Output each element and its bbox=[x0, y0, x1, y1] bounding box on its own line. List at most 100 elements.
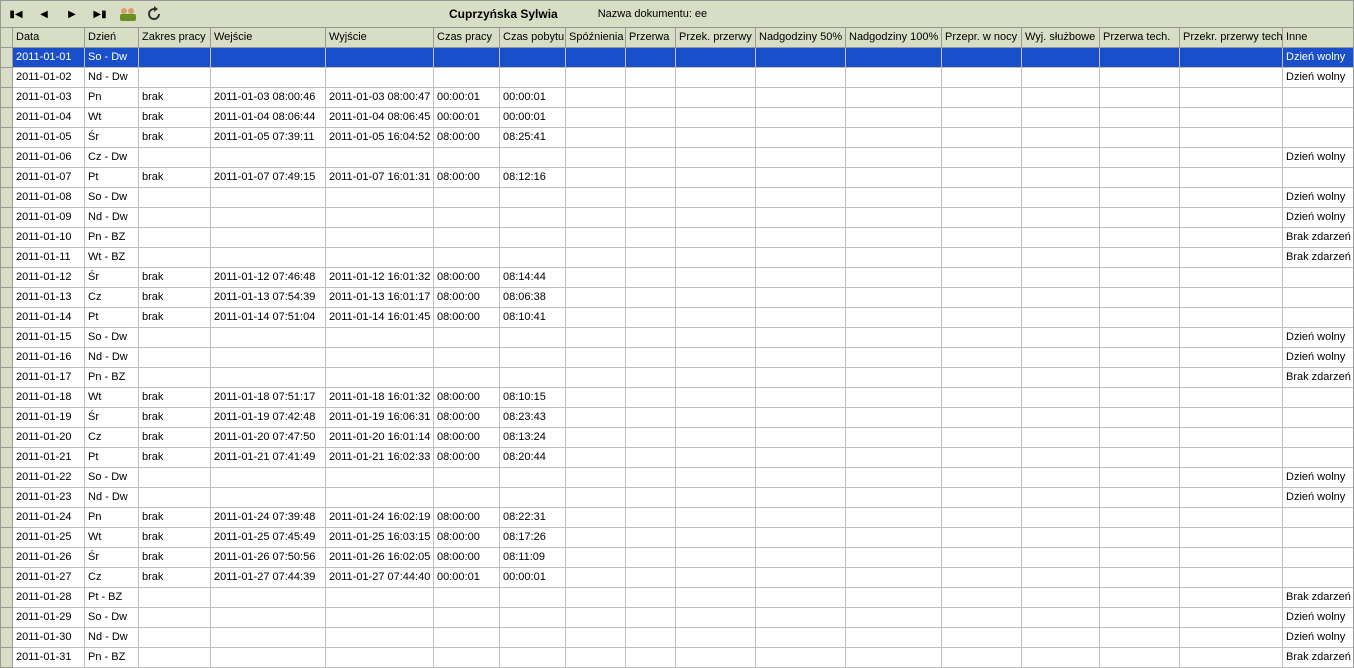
row-handle[interactable] bbox=[1, 348, 13, 368]
column-header-wyjscie[interactable]: Wyjście bbox=[326, 28, 434, 47]
table-row[interactable]: 2011-01-03Pnbrak2011-01-03 08:00:462011-… bbox=[1, 88, 1353, 108]
row-handle[interactable] bbox=[1, 168, 13, 188]
table-row[interactable]: 2011-01-13Czbrak2011-01-13 07:54:392011-… bbox=[1, 288, 1353, 308]
cell-czaspobytu bbox=[500, 228, 566, 247]
cell-wejscie bbox=[211, 628, 326, 647]
row-handle[interactable] bbox=[1, 508, 13, 528]
row-handle[interactable] bbox=[1, 48, 13, 68]
column-header-inne[interactable]: Inne bbox=[1283, 28, 1353, 47]
column-header-wejscie[interactable]: Wejście bbox=[211, 28, 326, 47]
cell-przerwa bbox=[626, 528, 676, 547]
row-handle[interactable] bbox=[1, 648, 13, 668]
row-handle[interactable] bbox=[1, 428, 13, 448]
table-row[interactable]: 2011-01-01So - DwDzień wolny bbox=[1, 48, 1353, 68]
row-handle[interactable] bbox=[1, 568, 13, 588]
table-row[interactable]: 2011-01-10Pn - BZBrak zdarzeń bbox=[1, 228, 1353, 248]
refresh-icon[interactable] bbox=[143, 4, 165, 24]
row-handle[interactable] bbox=[1, 228, 13, 248]
row-handle[interactable] bbox=[1, 88, 13, 108]
table-row[interactable]: 2011-01-20Czbrak2011-01-20 07:47:502011-… bbox=[1, 428, 1353, 448]
row-handle[interactable] bbox=[1, 588, 13, 608]
column-header-spoznienia[interactable]: Spóźnienia bbox=[566, 28, 626, 47]
row-handle[interactable] bbox=[1, 528, 13, 548]
row-handle[interactable] bbox=[1, 448, 13, 468]
row-handle[interactable] bbox=[1, 408, 13, 428]
table-row[interactable]: 2011-01-04Wtbrak2011-01-04 08:06:442011-… bbox=[1, 108, 1353, 128]
table-row[interactable]: 2011-01-09Nd - DwDzień wolny bbox=[1, 208, 1353, 228]
column-header-nad50[interactable]: Nadgodziny 50% bbox=[756, 28, 846, 47]
column-header-czaspobytu[interactable]: Czas pobytu bbox=[500, 28, 566, 47]
row-handle[interactable] bbox=[1, 128, 13, 148]
cell-zakres bbox=[139, 588, 211, 607]
table-row[interactable]: 2011-01-07Ptbrak2011-01-07 07:49:152011-… bbox=[1, 168, 1353, 188]
column-header-czaspracy[interactable]: Czas pracy bbox=[434, 28, 500, 47]
cell-czaspracy bbox=[434, 628, 500, 647]
table-row[interactable]: 2011-01-08So - DwDzień wolny bbox=[1, 188, 1353, 208]
cell-przerwa bbox=[626, 208, 676, 227]
nav-first-button[interactable]: ▮◀ bbox=[5, 4, 27, 24]
cell-wyjsluz bbox=[1022, 48, 1100, 67]
table-row[interactable]: 2011-01-25Wtbrak2011-01-25 07:45:492011-… bbox=[1, 528, 1353, 548]
row-handle[interactable] bbox=[1, 248, 13, 268]
table-row[interactable]: 2011-01-26Śrbrak2011-01-26 07:50:562011-… bbox=[1, 548, 1353, 568]
cell-wnocy bbox=[942, 48, 1022, 67]
table-row[interactable]: 2011-01-19Śrbrak2011-01-19 07:42:482011-… bbox=[1, 408, 1353, 428]
people-icon[interactable] bbox=[117, 4, 139, 24]
column-header-data[interactable]: Data bbox=[13, 28, 85, 47]
table-row[interactable]: 2011-01-15So - DwDzień wolny bbox=[1, 328, 1353, 348]
cell-czaspracy bbox=[434, 48, 500, 67]
row-handle[interactable] bbox=[1, 208, 13, 228]
table-row[interactable]: 2011-01-11Wt - BZBrak zdarzeń bbox=[1, 248, 1353, 268]
cell-inne: Dzień wolny bbox=[1283, 628, 1353, 647]
column-header-przerwatech[interactable]: Przerwa tech. bbox=[1100, 28, 1180, 47]
table-row[interactable]: 2011-01-28Pt - BZBrak zdarzeń bbox=[1, 588, 1353, 608]
row-handle[interactable] bbox=[1, 308, 13, 328]
nav-next-button[interactable]: ▶ bbox=[61, 4, 83, 24]
row-handle[interactable] bbox=[1, 268, 13, 288]
row-handle[interactable] bbox=[1, 68, 13, 88]
column-header-zakres[interactable]: Zakres pracy bbox=[139, 28, 211, 47]
row-handle[interactable] bbox=[1, 108, 13, 128]
cell-wyjsluz bbox=[1022, 368, 1100, 387]
cell-wnocy bbox=[942, 468, 1022, 487]
row-handle[interactable] bbox=[1, 628, 13, 648]
table-row[interactable]: 2011-01-29So - DwDzień wolny bbox=[1, 608, 1353, 628]
row-handle[interactable] bbox=[1, 608, 13, 628]
row-handle[interactable] bbox=[1, 368, 13, 388]
column-header-przekprzerwy[interactable]: Przek. przerwy bbox=[676, 28, 756, 47]
table-row[interactable]: 2011-01-27Czbrak2011-01-27 07:44:392011-… bbox=[1, 568, 1353, 588]
row-handle[interactable] bbox=[1, 468, 13, 488]
row-handle[interactable] bbox=[1, 488, 13, 508]
table-row[interactable]: 2011-01-14Ptbrak2011-01-14 07:51:042011-… bbox=[1, 308, 1353, 328]
table-row[interactable]: 2011-01-16Nd - DwDzień wolny bbox=[1, 348, 1353, 368]
nav-prev-button[interactable]: ◀ bbox=[33, 4, 55, 24]
column-header-dzien[interactable]: Dzień bbox=[85, 28, 139, 47]
column-header-przerwa[interactable]: Przerwa bbox=[626, 28, 676, 47]
table-row[interactable]: 2011-01-12Śrbrak2011-01-12 07:46:482011-… bbox=[1, 268, 1353, 288]
row-handle[interactable] bbox=[1, 288, 13, 308]
cell-spoznienia bbox=[566, 408, 626, 427]
column-header-nad100[interactable]: Nadgodziny 100% bbox=[846, 28, 942, 47]
table-row[interactable]: 2011-01-22So - DwDzień wolny bbox=[1, 468, 1353, 488]
table-row[interactable]: 2011-01-31Pn - BZBrak zdarzeń bbox=[1, 648, 1353, 668]
cell-nad100 bbox=[846, 448, 942, 467]
row-handle[interactable] bbox=[1, 188, 13, 208]
table-row[interactable]: 2011-01-02Nd - DwDzień wolny bbox=[1, 68, 1353, 88]
table-row[interactable]: 2011-01-21Ptbrak2011-01-21 07:41:492011-… bbox=[1, 448, 1353, 468]
table-row[interactable]: 2011-01-17Pn - BZBrak zdarzeń bbox=[1, 368, 1353, 388]
row-handle[interactable] bbox=[1, 548, 13, 568]
table-row[interactable]: 2011-01-24Pnbrak2011-01-24 07:39:482011-… bbox=[1, 508, 1353, 528]
row-handle[interactable] bbox=[1, 388, 13, 408]
table-row[interactable]: 2011-01-18Wtbrak2011-01-18 07:51:172011-… bbox=[1, 388, 1353, 408]
table-row[interactable]: 2011-01-30Nd - DwDzień wolny bbox=[1, 628, 1353, 648]
cell-przekrtech bbox=[1180, 88, 1283, 107]
column-header-wnocy[interactable]: Przepr. w nocy bbox=[942, 28, 1022, 47]
table-row[interactable]: 2011-01-23Nd - DwDzień wolny bbox=[1, 488, 1353, 508]
row-handle[interactable] bbox=[1, 328, 13, 348]
table-row[interactable]: 2011-01-05Śrbrak2011-01-05 07:39:112011-… bbox=[1, 128, 1353, 148]
column-header-wyjsluz[interactable]: Wyj. służbowe bbox=[1022, 28, 1100, 47]
column-header-przekrtech[interactable]: Przekr. przerwy tech. bbox=[1180, 28, 1283, 47]
table-row[interactable]: 2011-01-06Cz - DwDzień wolny bbox=[1, 148, 1353, 168]
nav-last-button[interactable]: ▶▮ bbox=[89, 4, 111, 24]
row-handle[interactable] bbox=[1, 148, 13, 168]
